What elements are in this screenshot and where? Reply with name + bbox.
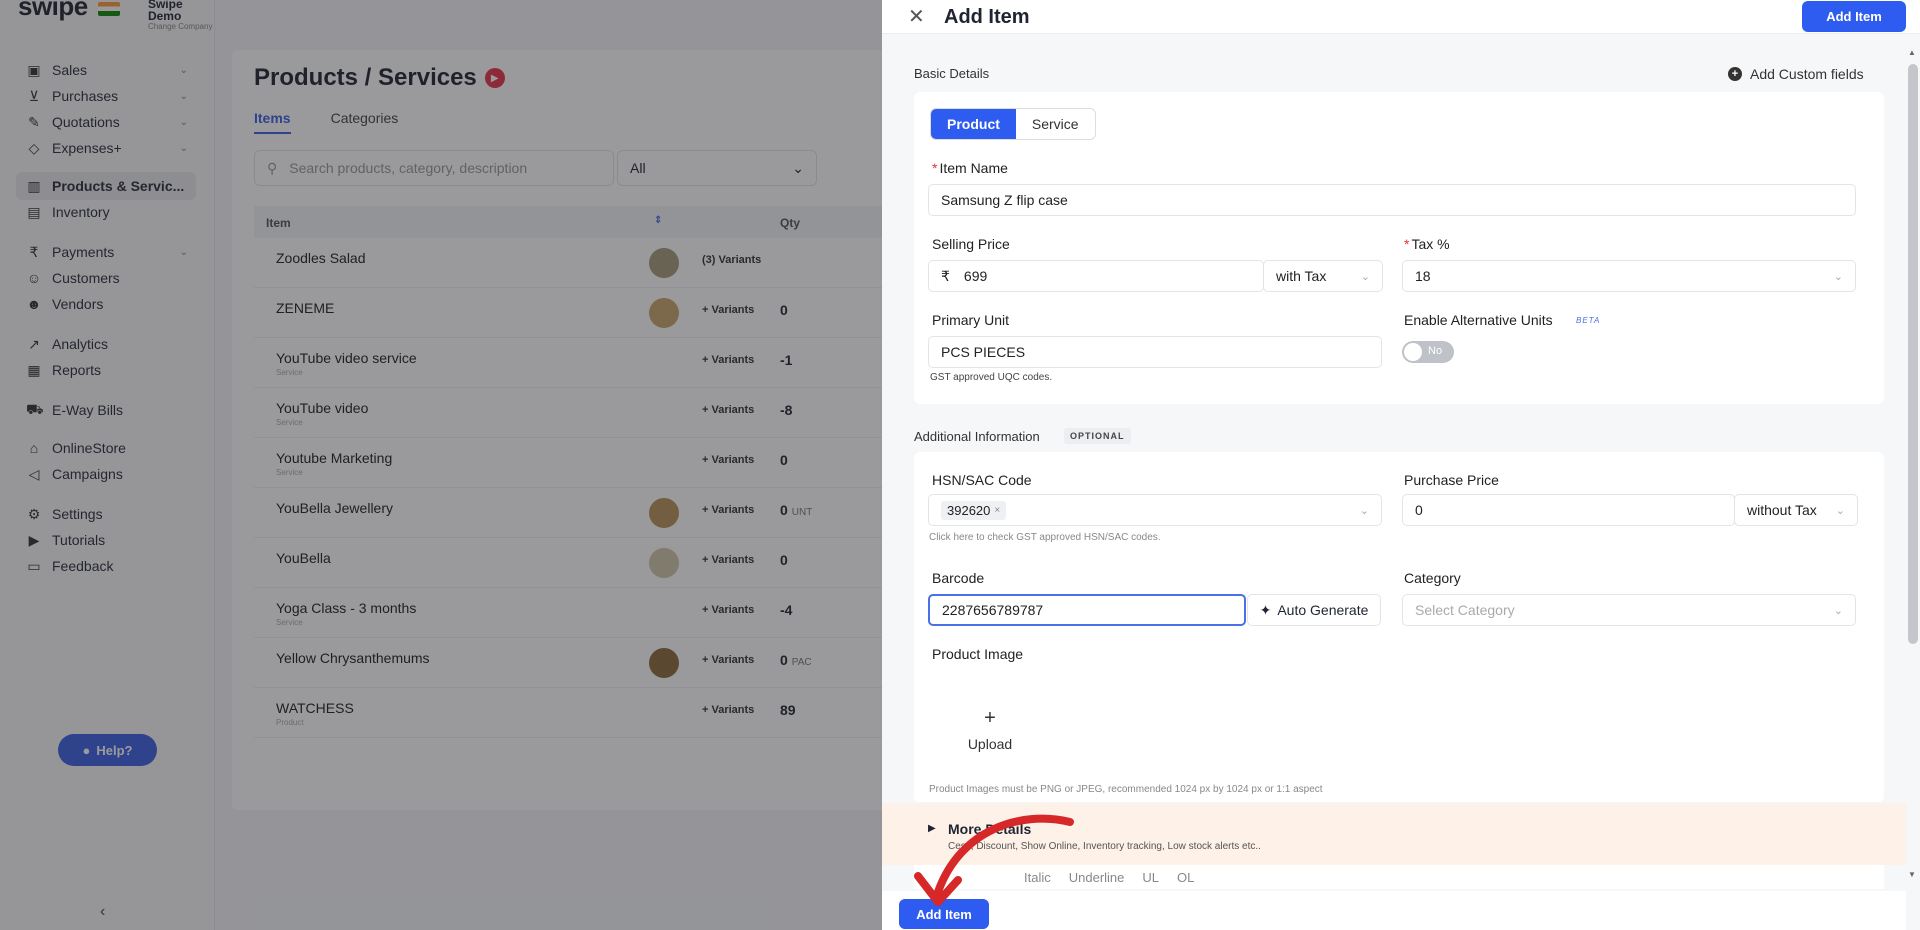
toggle-knob	[1404, 343, 1422, 361]
chevron-down-icon: ⌄	[1833, 270, 1843, 283]
modal-backdrop[interactable]	[0, 0, 882, 930]
auto-generate-button[interactable]: ✦ Auto Generate	[1247, 594, 1381, 626]
basic-details-heading: Basic Details	[914, 66, 990, 81]
close-icon[interactable]: ✕	[908, 4, 925, 29]
optional-badge: OPTIONAL	[1064, 428, 1131, 444]
upload-image-button[interactable]: + Upload	[940, 680, 1040, 780]
alternative-units-label: Enable Alternative Units	[1404, 312, 1553, 328]
selling-price-input[interactable]: ₹ 699	[928, 260, 1264, 292]
add-custom-fields-link[interactable]: + Add Custom fields	[1728, 66, 1864, 82]
purchase-price-label: Purchase Price	[1404, 472, 1499, 488]
barcode-input[interactable]: 2287656789787	[928, 594, 1246, 626]
type-product-option[interactable]: Product	[931, 109, 1016, 139]
image-requirements-hint: Product Images must be PNG or JPEG, reco…	[929, 784, 1323, 795]
tax-select[interactable]: 18 ⌄	[1402, 260, 1856, 292]
required-marker: *	[932, 160, 938, 176]
drawer-header: ✕ Add Item Add Item	[882, 0, 1920, 34]
drawer-title: Add Item	[944, 6, 1030, 28]
scroll-thumb[interactable]	[1908, 64, 1918, 644]
hsn-label: HSN/SAC Code	[932, 472, 1032, 488]
selling-price-tax-select[interactable]: with Tax ⌄	[1263, 260, 1383, 292]
hsn-codes-link[interactable]: Click here to check GST approved HSN/SAC…	[929, 532, 1161, 543]
category-label: Category	[1404, 570, 1461, 586]
primary-unit-select[interactable]: PCS PIECES	[928, 336, 1382, 368]
category-select[interactable]: Select Category ⌄	[1402, 594, 1856, 626]
item-name-label: * Item Name	[932, 160, 1008, 176]
barcode-label: Barcode	[932, 570, 985, 586]
header-add-item-button[interactable]: Add Item	[1802, 1, 1906, 32]
required-marker: *	[1404, 236, 1410, 252]
selling-price-label: Selling Price	[932, 236, 1010, 252]
product-image-label: Product Image	[932, 646, 1024, 662]
uqc-codes-link[interactable]: GST approved UQC codes.	[930, 372, 1052, 383]
rupee-icon: ₹	[941, 267, 950, 284]
chevron-down-icon: ⌄	[1359, 504, 1369, 517]
chevron-down-icon: ⌄	[1833, 604, 1843, 617]
magic-wand-icon: ✦	[1259, 601, 1272, 618]
purchase-tax-select[interactable]: without Tax ⌄	[1734, 494, 1858, 526]
alternative-units-toggle[interactable]: No	[1402, 341, 1454, 363]
ordered-list-tool[interactable]: OL	[1177, 870, 1194, 885]
plus-icon: +	[984, 707, 996, 729]
chevron-down-icon: ⌄	[1835, 504, 1845, 517]
primary-unit-label: Primary Unit	[932, 312, 1010, 328]
beta-badge: BETA	[1576, 316, 1601, 325]
scroll-down-icon[interactable]: ▼	[1908, 870, 1916, 879]
chevron-down-icon: ⌄	[1360, 270, 1370, 283]
annotation-arrow-icon	[914, 814, 1074, 906]
item-name-input[interactable]: Samsung Z flip case	[928, 184, 1856, 216]
drawer-scrollbar[interactable]: ▲ ▼	[1906, 44, 1920, 884]
hsn-select[interactable]: 392620 × ⌄	[928, 494, 1382, 526]
tax-label: * Tax %	[1404, 236, 1450, 252]
hsn-tag: 392620 ×	[941, 500, 1007, 520]
plus-circle-icon: +	[1728, 67, 1742, 81]
type-service-option[interactable]: Service	[1016, 109, 1095, 139]
bullet-list-tool[interactable]: UL	[1142, 870, 1159, 885]
additional-info-heading: Additional Information	[914, 429, 1040, 444]
purchase-price-input[interactable]: 0	[1402, 494, 1735, 526]
scroll-up-icon[interactable]: ▲	[1908, 48, 1916, 57]
remove-tag-icon[interactable]: ×	[994, 505, 1000, 516]
item-type-toggle: Product Service	[930, 108, 1096, 140]
